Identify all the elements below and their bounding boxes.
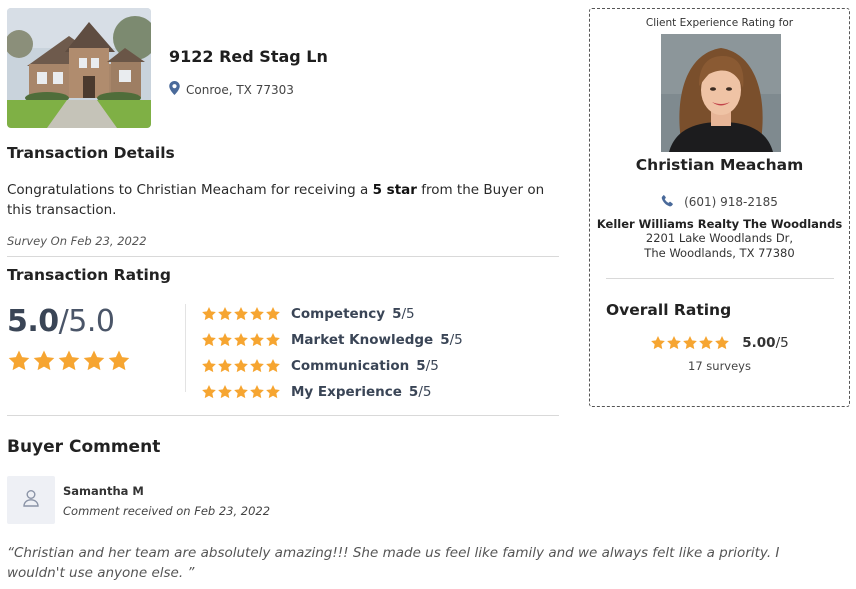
- card-caption: Client Experience Rating for: [645, 17, 794, 29]
- overall-score-value: 5.00: [742, 335, 776, 351]
- star-icon: [250, 385, 264, 399]
- score-out-of: /5.0: [58, 304, 115, 339]
- survey-date: Survey On Feb 23, 2022: [7, 234, 147, 248]
- star-icon: [266, 333, 280, 347]
- survey-count: 17 surveys: [688, 359, 751, 373]
- category-star-rating: [201, 306, 291, 322]
- star-icon: [202, 333, 216, 347]
- overall-rating-row: 5.00/5: [590, 335, 849, 351]
- star-icon: [266, 385, 280, 399]
- listing-address: 9122 Red Stag Ln: [169, 47, 328, 66]
- phone-number[interactable]: (601) 918-2185: [684, 195, 778, 209]
- category-score-value: 5: [408, 384, 419, 400]
- star-icon: [250, 307, 264, 321]
- category-score-value: 5: [392, 306, 402, 322]
- divider: [7, 256, 559, 257]
- category-star-rating: [201, 358, 291, 374]
- phone-icon: [661, 194, 674, 210]
- agent-card: Client Experience Rating for Christian M…: [589, 8, 850, 407]
- star-icon: [202, 385, 216, 399]
- agent-name: Christian Meacham: [635, 156, 804, 174]
- score-value: 5.0: [7, 304, 59, 339]
- map-pin-icon: [169, 81, 180, 98]
- category-score-out-of: /5: [401, 306, 415, 322]
- overall-rating-heading: Overall Rating: [606, 301, 732, 319]
- star-icon: [234, 385, 248, 399]
- category-score-out-of: /5: [418, 384, 432, 400]
- star-icon: [202, 307, 216, 321]
- category-score-value: 5: [416, 358, 426, 374]
- star-icon: [218, 307, 232, 321]
- avatar: [7, 476, 55, 524]
- star-icon: [58, 350, 80, 371]
- star-icon: [683, 336, 698, 350]
- category-rating-row: My Experience 5/5: [201, 383, 431, 401]
- category-score-out-of: /5: [425, 358, 439, 374]
- category-score-value: 5: [440, 332, 450, 348]
- big-star-rating: [7, 349, 131, 373]
- star-icon: [234, 333, 248, 347]
- category-score: 5/5: [440, 332, 463, 348]
- category-score: 5/5: [409, 384, 432, 400]
- house-photo: [7, 8, 151, 128]
- user-icon: [21, 488, 41, 512]
- star-icon: [651, 336, 666, 350]
- category-score: 5/5: [392, 306, 415, 322]
- brokerage-address-line2: The Woodlands, TX 77380: [644, 246, 795, 260]
- category-rating-row: Communication 5/5: [201, 357, 439, 375]
- star-icon: [250, 359, 264, 373]
- congrats-prefix: Congratulations to Christian Meacham for…: [7, 182, 373, 198]
- category-label: Market Knowledge: [291, 332, 434, 348]
- star-icon: [266, 359, 280, 373]
- overall-star-rating: [650, 335, 730, 351]
- listing-location: Conroe, TX 77303: [169, 81, 294, 98]
- star-icon: [8, 350, 30, 371]
- category-score: 5/5: [416, 358, 439, 374]
- congrats-star-count: 5 star: [372, 182, 417, 198]
- comment-date: Comment received on Feb 23, 2022: [63, 504, 271, 518]
- star-icon: [715, 336, 730, 350]
- overall-score: 5.00/5: [742, 335, 788, 351]
- category-label: My Experience: [291, 384, 402, 400]
- buyer-comment-heading: Buyer Comment: [7, 437, 161, 457]
- vertical-divider: [185, 304, 186, 392]
- agent-photo: [661, 34, 781, 152]
- star-icon: [266, 307, 280, 321]
- category-label: Competency: [291, 306, 386, 322]
- star-icon: [108, 350, 130, 371]
- transaction-details-heading: Transaction Details: [7, 144, 175, 162]
- star-icon: [202, 359, 216, 373]
- star-icon: [218, 359, 232, 373]
- commenter-name: Samantha M: [63, 484, 144, 498]
- star-icon: [234, 359, 248, 373]
- divider: [7, 415, 559, 416]
- category-label: Communication: [291, 358, 410, 374]
- category-rating-row: Competency 5/5: [201, 305, 415, 323]
- overall-score-out-of: /5: [775, 335, 789, 351]
- star-icon: [218, 385, 232, 399]
- star-icon: [218, 333, 232, 347]
- category-rating-row: Market Knowledge 5/5: [201, 331, 463, 349]
- comment-text: “Christian and her team are absolutely a…: [7, 545, 780, 581]
- brokerage-address-line1: 2201 Lake Woodlands Dr,: [645, 231, 794, 245]
- star-icon: [83, 350, 105, 371]
- category-star-rating: [201, 332, 291, 348]
- category-score-out-of: /5: [449, 332, 463, 348]
- transaction-rating-heading: Transaction Rating: [7, 266, 171, 284]
- star-icon: [699, 336, 714, 350]
- star-icon: [667, 336, 682, 350]
- agent-phone[interactable]: (601) 918-2185: [590, 194, 849, 210]
- star-icon: [250, 333, 264, 347]
- listing-city: Conroe, TX 77303: [186, 82, 294, 97]
- brokerage-name: Keller Williams Realty The Woodlands: [596, 217, 843, 231]
- congrats-message: Congratulations to Christian Meacham for…: [7, 180, 567, 220]
- star-icon: [234, 307, 248, 321]
- category-star-rating: [201, 384, 291, 400]
- star-icon: [33, 350, 55, 371]
- card-divider: [606, 278, 834, 279]
- overall-transaction-score: 5.0/5.0: [7, 304, 115, 339]
